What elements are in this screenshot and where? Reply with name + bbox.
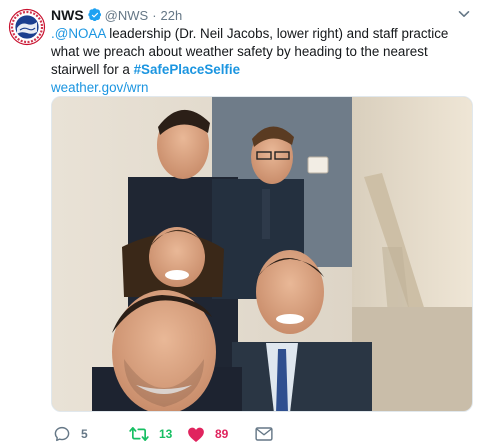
- retweet-count: 13: [159, 427, 173, 441]
- selfie-photo: [52, 97, 472, 411]
- heart-icon: [188, 427, 204, 442]
- hashtag-link[interactable]: #SafePlaceSelfie: [134, 62, 240, 77]
- header-separator: ·: [152, 7, 157, 23]
- author-handle[interactable]: @NWS: [105, 8, 149, 23]
- verified-badge-icon: [87, 8, 101, 22]
- like-count: 89: [215, 427, 229, 441]
- like-button[interactable]: 89: [187, 424, 228, 444]
- tweet-photo[interactable]: [51, 96, 473, 412]
- chevron-down-icon[interactable]: [458, 8, 470, 20]
- retweet-button[interactable]: 13: [129, 424, 172, 444]
- author-name[interactable]: NWS: [51, 7, 84, 23]
- tweet-actions: 5 13 89: [51, 424, 470, 444]
- tweet-timestamp[interactable]: 22h: [161, 8, 183, 23]
- direct-message-button[interactable]: [255, 424, 273, 444]
- retweet-icon: [129, 427, 149, 442]
- tweet-text: .@NOAA leadership (Dr. Neil Jacobs, lowe…: [51, 25, 471, 97]
- tweet: NWS @NWS · 22h .@NOAA leadership (Dr. Ne…: [0, 0, 480, 448]
- nws-logo-icon: [8, 8, 46, 46]
- reply-icon: [54, 426, 70, 442]
- mention-link[interactable]: .@NOAA: [51, 26, 106, 41]
- envelope-icon: [255, 427, 273, 441]
- author-avatar[interactable]: [8, 8, 46, 46]
- url-link[interactable]: weather.gov/wrn: [51, 80, 149, 95]
- tweet-body: leadership (Dr. Neil Jacobs, lower right…: [51, 26, 449, 77]
- tweet-header: NWS @NWS · 22h: [51, 6, 450, 24]
- reply-button[interactable]: 5: [53, 424, 88, 444]
- reply-count: 5: [81, 427, 88, 441]
